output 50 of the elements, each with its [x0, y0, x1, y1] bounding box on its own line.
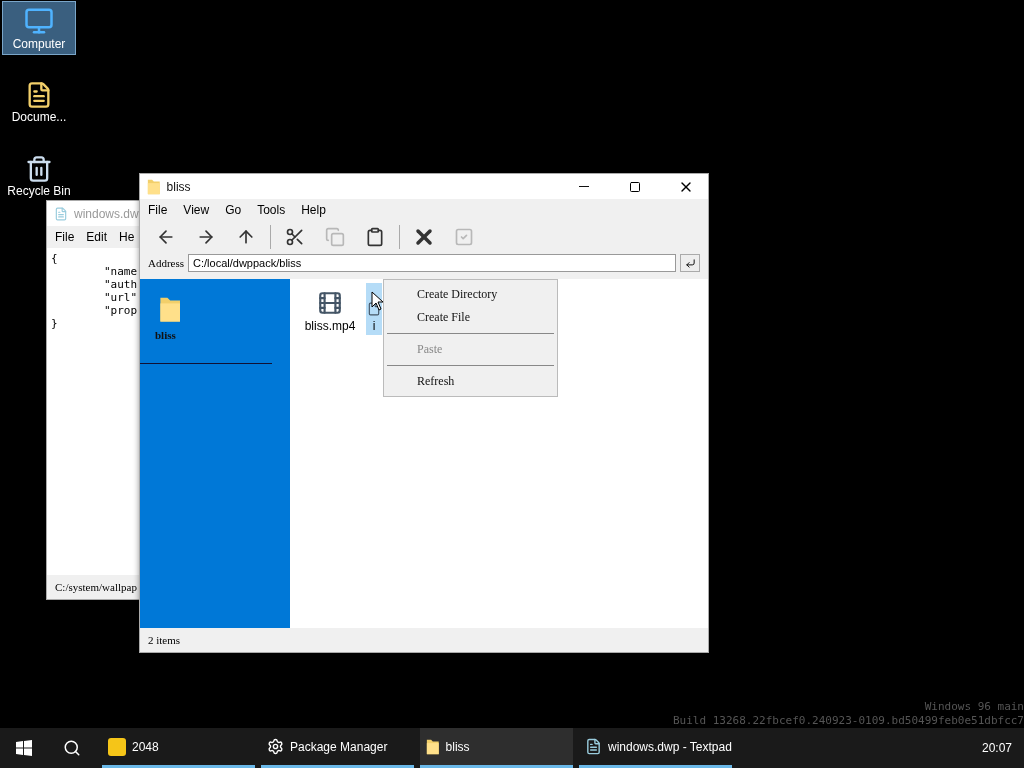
status-text: 2 items — [147, 633, 182, 648]
folder-icon — [159, 295, 182, 323]
taskbar-item[interactable]: windows.dwp - Textpad — [579, 728, 732, 768]
folder-name: bliss — [154, 329, 177, 341]
desktop-icon[interactable]: Recycle Bin — [2, 149, 76, 203]
taskbar-item[interactable]: 2048 — [102, 728, 255, 768]
text-file-icon — [54, 206, 68, 221]
menu-item[interactable]: Refresh — [387, 370, 554, 393]
gear-icon — [267, 738, 284, 755]
desktop-icon[interactable]: Docume... — [2, 75, 76, 129]
mouse-cursor-icon — [371, 291, 383, 311]
taskbar-item[interactable]: Package Manager — [261, 728, 414, 768]
status-text: C:/system/wallpap — [54, 580, 138, 595]
text-file-icon — [585, 738, 602, 755]
tile-icon — [108, 737, 126, 756]
address-label: Address — [148, 257, 185, 269]
checkbox-icon — [454, 227, 474, 247]
windows-logo-icon — [16, 740, 32, 756]
menu-item[interactable]: File — [148, 203, 168, 217]
menu-item[interactable]: Go — [225, 203, 242, 217]
build-info-text: Build 13268.22fbcef0.240923-0109.bd50499feb0e51dbfcc7 — [673, 714, 1024, 728]
enter-arrow-icon — [684, 257, 696, 269]
recycle-bin-icon — [25, 154, 53, 183]
desktop-icon[interactable]: Computer — [2, 1, 76, 55]
menu-item[interactable]: He — [119, 230, 135, 244]
clock: 20:07 — [981, 740, 1013, 757]
maximize-icon — [628, 180, 641, 193]
menu-item[interactable]: Create Directory — [387, 283, 554, 306]
folder-icon — [426, 738, 440, 755]
taskbar-item[interactable]: bliss — [420, 728, 573, 768]
clipboard-icon — [365, 227, 385, 247]
menu-item[interactable]: Help — [301, 203, 326, 217]
folder-icon — [147, 178, 161, 195]
menu-item[interactable]: View — [183, 203, 210, 217]
copy-icon — [325, 227, 345, 247]
menu-item[interactable]: Create File — [387, 306, 554, 329]
scissors-icon — [285, 227, 305, 247]
text-area[interactable]: { "name "auth "url" "prop } — [47, 248, 140, 575]
build-info-text: Windows 96 main — [923, 700, 1024, 714]
menu-item[interactable]: File — [55, 230, 75, 244]
file-tile[interactable]: bliss.mp4 — [300, 283, 360, 335]
address-field[interactable]: C:/local/dwppack/bliss — [188, 254, 676, 272]
window-title: bliss — [166, 179, 192, 194]
minimize-icon — [578, 186, 589, 187]
go-button[interactable] — [680, 254, 700, 272]
video-file-icon — [317, 290, 343, 316]
window-title: windows.dw — [74, 206, 139, 221]
search-icon — [63, 739, 81, 757]
menu-item[interactable]: Tools — [257, 203, 286, 217]
menu-item[interactable]: Edit — [86, 230, 108, 244]
